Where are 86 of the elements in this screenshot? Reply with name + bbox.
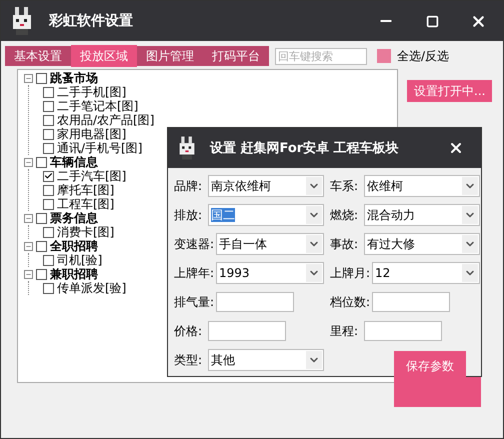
tree-item[interactable]: 通讯/手机号[图] — [57, 141, 142, 155]
maximize-icon[interactable] — [426, 14, 438, 28]
rabbit-icon — [178, 136, 196, 160]
checkbox[interactable] — [43, 282, 54, 294]
field-label: 上牌月: — [330, 264, 370, 282]
field-label: 档位数: — [330, 294, 370, 310]
tab[interactable]: 投放区域 — [71, 45, 137, 67]
window-title: 彩虹软件设置 — [49, 12, 134, 30]
field-label: 品牌: — [174, 178, 204, 194]
dropdown[interactable]: 有过大修 — [364, 233, 480, 255]
collapse-icon[interactable] — [24, 270, 33, 278]
tree-item[interactable]: 二手手机[图] — [57, 85, 126, 99]
dropdown[interactable]: 混合动力 — [364, 204, 480, 226]
checkbox[interactable] — [43, 114, 54, 126]
tree-item[interactable]: 票务信息 — [50, 211, 98, 225]
field-label: 价格: — [174, 322, 204, 340]
field-label: 上牌年: — [174, 264, 214, 282]
checkbox[interactable] — [43, 142, 54, 154]
dropdown[interactable]: 国二 — [208, 204, 324, 226]
checkbox[interactable] — [43, 254, 54, 266]
chevron-icon — [306, 206, 322, 224]
chevron-icon — [306, 177, 322, 195]
collapse-icon[interactable] — [24, 242, 33, 250]
checkbox[interactable] — [43, 226, 54, 238]
select-all-label[interactable]: 全选/反选 — [397, 48, 450, 64]
checkbox[interactable] — [36, 268, 47, 280]
dropdown[interactable]: 其他 — [208, 349, 324, 371]
field-label: 变速器: — [174, 236, 214, 252]
dropdown[interactable]: 12 — [372, 262, 480, 284]
field-label: 类型: — [174, 352, 204, 368]
tree-item[interactable]: 工程车[图] — [57, 197, 114, 211]
tab[interactable]: 打码平台 — [203, 46, 269, 66]
chevron-icon — [306, 235, 322, 253]
chevron-icon — [306, 264, 322, 282]
checkbox[interactable] — [43, 86, 54, 98]
tab[interactable]: 基本设置 — [5, 46, 71, 66]
chevron-icon — [462, 264, 478, 282]
input-field[interactable] — [372, 292, 450, 312]
dropdown[interactable]: 南京依维柯 — [208, 175, 324, 197]
checkbox[interactable] — [43, 128, 54, 140]
tree-item[interactable]: 摩托车[图] — [57, 183, 114, 197]
field-label: 车系: — [330, 178, 360, 194]
close-icon[interactable] — [448, 140, 464, 156]
dropdown[interactable]: 依维柯 — [364, 175, 480, 197]
field-label: 里程: — [330, 322, 360, 340]
tree-item[interactable]: 二手笔记本[图] — [57, 99, 138, 113]
tree-item[interactable]: 传单派发[验] — [57, 281, 126, 295]
dialog-title: 设置 赶集网For安卓 工程车板块 — [210, 140, 400, 157]
tree-item[interactable]: 全职招聘 — [50, 239, 98, 253]
checkbox[interactable] — [36, 212, 47, 224]
chevron-icon — [462, 177, 478, 195]
checkbox[interactable] — [43, 170, 54, 182]
tree-item[interactable]: 跳蚤市场 — [50, 71, 98, 85]
field-label: 排放: — [174, 206, 204, 224]
tree-item[interactable]: 车辆信息 — [50, 155, 98, 169]
checkbox[interactable] — [43, 198, 54, 210]
tree-item[interactable]: 农用品/农产品[图] — [57, 113, 154, 127]
checkbox[interactable] — [43, 184, 54, 196]
chevron-icon — [462, 235, 478, 253]
tab[interactable]: 图片管理 — [137, 46, 203, 66]
checkbox[interactable] — [43, 100, 54, 112]
tree-item[interactable]: 司机[验] — [57, 253, 102, 267]
rabbit-icon — [11, 7, 33, 35]
dropdown[interactable]: 1993 — [216, 262, 324, 284]
collapse-icon[interactable] — [24, 74, 33, 82]
search-field[interactable]: 回车键搜索 — [275, 48, 367, 64]
collapse-icon[interactable] — [24, 214, 33, 222]
input-field[interactable] — [208, 321, 286, 341]
tree-item[interactable]: 二手汽车[图] — [57, 169, 126, 183]
field-label: 排气量: — [174, 294, 214, 310]
input-field[interactable] — [364, 321, 442, 341]
tree-item[interactable]: 兼职招聘 — [50, 267, 98, 281]
open-settings-button[interactable]: 设置打开中... — [407, 80, 492, 102]
checkbox[interactable] — [36, 240, 47, 252]
select-all-checkbox[interactable] — [377, 49, 391, 63]
field-label: 燃烧: — [330, 206, 360, 224]
field-label: 事故: — [330, 236, 360, 252]
collapse-icon[interactable] — [24, 158, 33, 166]
checkbox[interactable] — [36, 156, 47, 168]
checkbox[interactable] — [36, 72, 47, 84]
tree-item[interactable]: 家用电器[图] — [57, 127, 126, 141]
chevron-icon — [306, 351, 322, 369]
tree-item[interactable]: 消费卡[图] — [57, 225, 114, 239]
dropdown[interactable]: 手自一体 — [216, 233, 324, 255]
input-field[interactable] — [216, 292, 294, 312]
chevron-icon — [462, 206, 478, 224]
